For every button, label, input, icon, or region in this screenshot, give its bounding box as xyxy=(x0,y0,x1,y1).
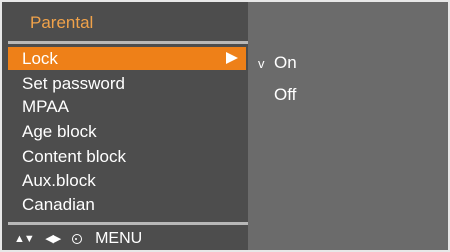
check-icon: v xyxy=(258,56,265,71)
divider-top xyxy=(8,41,248,44)
submenu-arrow-icon xyxy=(226,52,238,64)
submenu-panel xyxy=(248,0,450,252)
option-off[interactable]: Off xyxy=(258,84,296,106)
menu-item-age-block[interactable]: Age block xyxy=(8,120,246,143)
menu-item-content-block[interactable]: Content block xyxy=(8,145,246,168)
menu-item-label: Content block xyxy=(22,147,126,166)
menu-item-label: Aux.block xyxy=(22,171,96,190)
menu-item-label: Canadian xyxy=(22,195,95,214)
menu-item-set-password[interactable]: Set password xyxy=(8,72,246,95)
option-label: Off xyxy=(274,85,297,104)
menu-item-canadian[interactable]: Canadian xyxy=(8,193,246,216)
navigation-hint: ▲▼ ◀▶ MENU xyxy=(14,229,142,249)
menu-item-label: Age block xyxy=(22,122,97,141)
option-on[interactable]: v On xyxy=(258,52,297,74)
option-label: On xyxy=(274,53,297,72)
menu-hint-label: MENU xyxy=(95,230,143,247)
ok-icon xyxy=(71,234,82,244)
menu-item-aux-block[interactable]: Aux.block xyxy=(8,169,246,192)
divider-bottom xyxy=(8,222,248,225)
parental-menu-screen: Parental Lock Set password MPAA Age bloc… xyxy=(0,0,450,252)
menu-item-lock[interactable]: Lock xyxy=(8,47,246,70)
menu-title: Parental xyxy=(30,13,94,32)
menu-item-label: Lock xyxy=(22,49,58,68)
left-right-arrows-icon: ◀▶ xyxy=(45,233,61,245)
up-down-arrows-icon: ▲▼ xyxy=(14,233,35,245)
menu-item-mpaa[interactable]: MPAA xyxy=(8,95,246,118)
menu-item-label: Set password xyxy=(22,74,125,93)
menu-item-label: MPAA xyxy=(22,97,69,116)
